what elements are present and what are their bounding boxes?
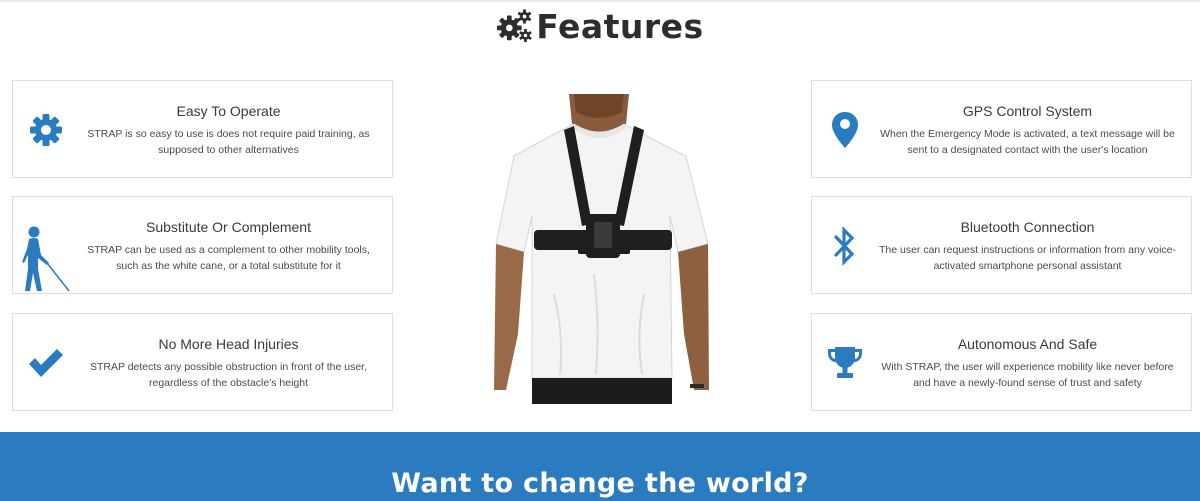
map-marker-icon	[822, 107, 868, 153]
feature-description: STRAP detects any possible obstruction i…	[89, 361, 368, 389]
feature-title: Autonomous And Safe	[957, 336, 1098, 352]
checkmark-icon	[23, 340, 69, 386]
feature-title: GPS Control System	[962, 103, 1093, 119]
feature-description: With STRAP, the user will experience mob…	[881, 361, 1174, 389]
feature-description: STRAP can be used as a complement to oth…	[87, 244, 370, 272]
feature-description: STRAP is so easy to use is does not requ…	[87, 128, 370, 156]
page-title: Features	[536, 6, 704, 46]
feature-card-bluetooth-connection: Bluetooth Connection The user can reques…	[811, 196, 1192, 294]
feature-card-substitute-or-complement: Substitute Or Complement STRAP can be us…	[12, 196, 393, 294]
trophy-icon	[822, 340, 868, 386]
cta-title: Want to change the world?	[391, 468, 809, 499]
gear-icon	[23, 107, 69, 153]
feature-title: Substitute Or Complement	[146, 219, 311, 235]
feature-card-gps-control-system: GPS Control System When the Emergency Mo…	[811, 80, 1192, 178]
top-shadow	[0, 0, 1200, 3]
feature-title: Bluetooth Connection	[960, 219, 1095, 235]
product-photo	[494, 94, 709, 404]
feature-title: Easy To Operate	[176, 103, 281, 119]
features-header: Features	[0, 4, 1200, 48]
feature-description: When the Emergency Mode is activated, a …	[880, 128, 1175, 156]
gears-icon	[497, 9, 532, 43]
feature-card-no-more-head-injuries: No More Head Injuries STRAP detects any …	[12, 313, 393, 411]
blind-person-cane-icon	[19, 225, 79, 293]
feature-description: The user can request instructions or inf…	[878, 244, 1177, 272]
feature-title: No More Head Injuries	[158, 336, 299, 352]
bluetooth-icon	[822, 223, 868, 269]
feature-card-autonomous-and-safe: Autonomous And Safe With STRAP, the user…	[811, 313, 1192, 411]
feature-card-easy-to-operate: Easy To Operate STRAP is so easy to use …	[12, 80, 393, 178]
cta-banner: Want to change the world?	[0, 432, 1200, 501]
